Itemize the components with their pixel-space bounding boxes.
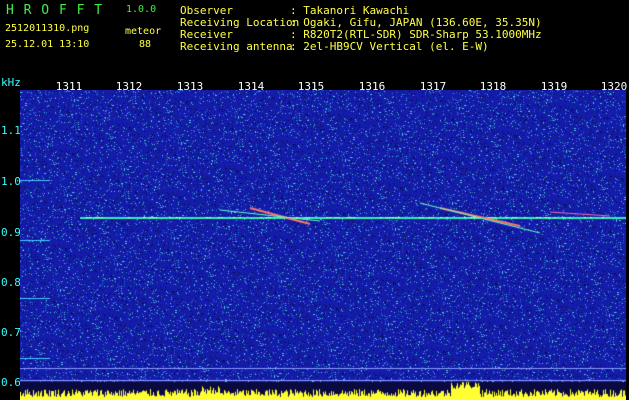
y-tick-label: 1.0: [1, 175, 21, 188]
app-name: H R O F F T: [6, 3, 104, 18]
label-antenna: Receiving antenna: [180, 40, 293, 53]
value-observer: : Takanori Kawachi: [290, 4, 410, 17]
value-receiver: : R820T2(RTL-SDR) SDR-Sharp 53.1000MHz: [290, 28, 542, 41]
y-axis-unit: kHz: [1, 76, 21, 89]
spectrogram-canvas: [20, 90, 626, 400]
value-antenna: : 2el-HB9CV Vertical (el. E-W): [290, 40, 489, 53]
value-location: : Ogaki, Gifu, JAPAN (136.60E, 35.35N): [290, 16, 542, 29]
hrofft-window: H R O F F T 1.0.0 2512011310.png meteor …: [0, 0, 629, 400]
label-observer: Observer: [180, 4, 233, 17]
y-tick-label: 1.1: [1, 124, 21, 137]
file-name: 2512011310.png: [5, 23, 90, 34]
observation-datetime: 25.12.01 13:10: [5, 39, 90, 50]
spectrogram: [20, 90, 626, 400]
y-tick-label: 0.7: [1, 326, 21, 339]
app-version: 1.0.0: [126, 4, 157, 15]
y-tick-label: 0.6: [1, 376, 21, 389]
label-receiver: Receiver: [180, 28, 233, 41]
observation-mode: meteor: [125, 26, 162, 37]
meteor-count: 88: [139, 39, 152, 50]
label-location: Receiving Location: [180, 16, 300, 29]
y-tick-label: 0.9: [1, 226, 21, 239]
y-tick-label: 0.8: [1, 276, 21, 289]
